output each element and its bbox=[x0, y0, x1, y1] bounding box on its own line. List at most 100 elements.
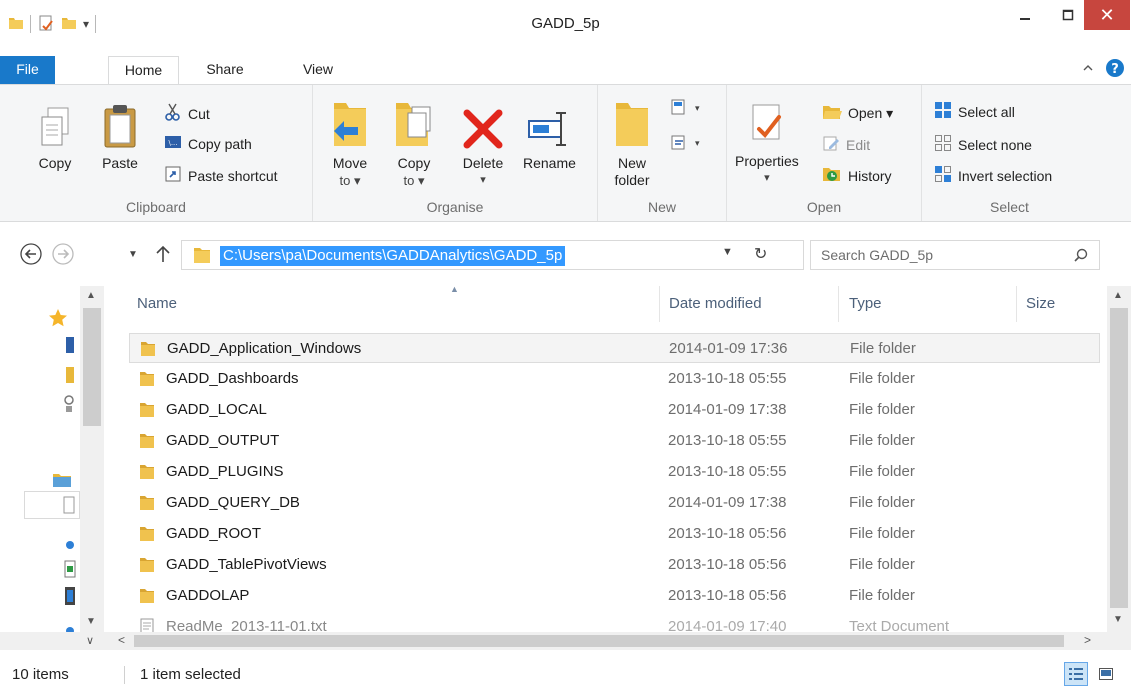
new-item-icon bbox=[669, 97, 689, 120]
horizontal-scrollbar[interactable]: ∨ < > bbox=[0, 632, 1131, 650]
recent-places-icon[interactable] bbox=[62, 394, 76, 417]
copy-button[interactable]: Copy bbox=[38, 105, 72, 172]
tab-home[interactable]: Home bbox=[108, 56, 179, 85]
table-row[interactable]: ReadMe_2013-11-01.txt 2014-01-09 17:40 T… bbox=[129, 612, 1100, 632]
details-view-button[interactable] bbox=[1064, 662, 1088, 686]
horizontal-scroll-thumb[interactable] bbox=[134, 635, 1064, 647]
column-divider[interactable] bbox=[838, 286, 839, 322]
copy-icon bbox=[41, 107, 69, 146]
paste-button[interactable]: Paste bbox=[101, 103, 139, 172]
minimize-button[interactable] bbox=[1002, 0, 1048, 30]
favorites-star-icon[interactable] bbox=[48, 308, 68, 331]
search-icon[interactable] bbox=[1073, 247, 1089, 266]
delete-button[interactable]: Delete ▾ bbox=[461, 107, 505, 189]
selected-library-item[interactable] bbox=[24, 491, 80, 519]
scroll-down-icon[interactable]: ▼ bbox=[86, 616, 96, 627]
recent-locations-button[interactable]: ▼ bbox=[120, 241, 146, 267]
select-group: Select all Select none Invert selection … bbox=[922, 85, 1097, 221]
forward-button[interactable] bbox=[50, 241, 76, 267]
paste-icon bbox=[104, 105, 136, 148]
search-input[interactable]: Search GADD_5p bbox=[821, 247, 933, 263]
table-row[interactable]: GADD_PLUGINS 2013-10-18 05:55 File folde… bbox=[129, 457, 1100, 487]
column-header-size[interactable]: Size bbox=[1026, 286, 1055, 322]
copy-to-icon bbox=[396, 103, 431, 146]
address-bar[interactable]: C:\Users\pa\Documents\GADDAnalytics\GADD… bbox=[181, 240, 804, 270]
table-row[interactable]: GADD_OUTPUT 2013-10-18 05:55 File folder bbox=[129, 426, 1100, 456]
search-box[interactable]: Search GADD_5p bbox=[810, 240, 1100, 270]
new-folder-icon bbox=[616, 103, 648, 146]
organise-group: Move to ▾ Copy to ▾ Delete ▾ Rename Orga… bbox=[313, 85, 598, 221]
large-icons-view-button[interactable] bbox=[1094, 662, 1118, 686]
scissors-icon bbox=[164, 103, 182, 124]
new-folder-button[interactable]: New folder bbox=[612, 99, 652, 189]
navigation-pane-scroll-thumb[interactable] bbox=[83, 308, 101, 426]
selection-count: 1 item selected bbox=[140, 666, 241, 683]
cut-button[interactable]: Cut bbox=[164, 103, 210, 124]
file-list-scroll-thumb[interactable] bbox=[1110, 308, 1128, 608]
tab-file[interactable]: File bbox=[0, 56, 55, 84]
select-all-button[interactable]: Select all bbox=[934, 101, 1015, 122]
select-group-label: Select bbox=[990, 199, 1029, 215]
scroll-down-icon[interactable]: ▼ bbox=[1113, 614, 1123, 625]
column-divider[interactable] bbox=[659, 286, 660, 322]
table-row[interactable]: GADD_TablePivotViews 2013-10-18 05:56 Fi… bbox=[129, 550, 1100, 580]
libraries-icon[interactable] bbox=[52, 471, 72, 492]
desktop-icon[interactable] bbox=[64, 336, 76, 357]
rename-button[interactable]: Rename bbox=[523, 107, 576, 172]
edit-icon bbox=[822, 134, 840, 155]
column-header-name[interactable]: Name bbox=[137, 286, 177, 322]
maximize-button[interactable] bbox=[1048, 0, 1088, 30]
large-icons-view-icon bbox=[1099, 668, 1113, 680]
scroll-left-icon[interactable]: < bbox=[118, 633, 125, 647]
close-button[interactable]: ✕ bbox=[1084, 0, 1130, 30]
new-group: New folder ▾ ▾ New bbox=[598, 85, 727, 221]
copy-path-button[interactable]: \... Copy path bbox=[164, 134, 252, 153]
folder-icon bbox=[138, 556, 156, 578]
edit-button[interactable]: Edit bbox=[822, 134, 870, 155]
column-header-date[interactable]: Date modified bbox=[669, 286, 762, 322]
table-row[interactable]: GADD_LOCAL 2014-01-09 17:38 File folder bbox=[129, 395, 1100, 425]
table-row[interactable]: GADD_ROOT 2013-10-18 05:56 File folder bbox=[129, 519, 1100, 549]
clipboard-group: Copy Paste Cut \... Copy path Paste shor… bbox=[0, 85, 313, 221]
help-icon[interactable]: ? bbox=[1105, 58, 1125, 81]
table-row[interactable]: GADD_Application_Windows 2014-01-09 17:3… bbox=[129, 333, 1100, 363]
refresh-icon[interactable]: ↻ bbox=[754, 244, 767, 264]
easy-access-button[interactable]: ▾ bbox=[669, 132, 700, 155]
downloads-icon[interactable] bbox=[64, 366, 76, 387]
scroll-up-icon[interactable]: ▲ bbox=[86, 290, 96, 301]
tab-view[interactable]: View bbox=[291, 56, 345, 84]
folder-icon bbox=[138, 587, 156, 609]
music-icon[interactable] bbox=[64, 538, 76, 554]
clipboard-group-label: Clipboard bbox=[126, 199, 186, 215]
open-button[interactable]: Open ▾ bbox=[822, 103, 893, 124]
new-item-button[interactable]: ▾ bbox=[669, 97, 700, 120]
copy-path-icon: \... bbox=[164, 134, 182, 153]
column-header-type[interactable]: Type bbox=[849, 286, 882, 322]
column-divider[interactable] bbox=[1016, 286, 1017, 322]
videos-icon[interactable] bbox=[64, 586, 76, 609]
forward-arrow-icon bbox=[52, 243, 74, 265]
chevron-down-icon[interactable]: ∨ bbox=[86, 634, 94, 647]
table-row[interactable]: GADD_Dashboards 2013-10-18 05:55 File fo… bbox=[129, 364, 1100, 394]
scroll-up-icon[interactable]: ▲ bbox=[1113, 290, 1123, 301]
address-path[interactable]: C:\Users\pa\Documents\GADDAnalytics\GADD… bbox=[220, 246, 566, 266]
paste-shortcut-button[interactable]: Paste shortcut bbox=[164, 165, 278, 186]
invert-selection-button[interactable]: Invert selection bbox=[934, 165, 1052, 186]
back-button[interactable] bbox=[18, 241, 44, 267]
copy-to-button[interactable]: Copy to ▾ bbox=[392, 99, 436, 189]
history-button[interactable]: History bbox=[822, 165, 892, 186]
move-to-button[interactable]: Move to ▾ bbox=[328, 99, 372, 189]
collapse-ribbon-icon[interactable] bbox=[1081, 61, 1095, 78]
scroll-right-icon[interactable]: > bbox=[1084, 633, 1091, 647]
tab-share[interactable]: Share bbox=[196, 56, 254, 84]
status-divider bbox=[124, 666, 125, 684]
up-button[interactable] bbox=[150, 241, 176, 267]
properties-button[interactable]: Properties ▾ bbox=[735, 101, 799, 187]
table-row[interactable]: GADD_QUERY_DB 2014-01-09 17:38 File fold… bbox=[129, 488, 1100, 518]
pictures-icon[interactable] bbox=[64, 560, 76, 581]
table-row[interactable]: GADDOLAP 2013-10-18 05:56 File folder bbox=[129, 581, 1100, 611]
select-none-button[interactable]: Select none bbox=[934, 134, 1032, 155]
title-bar: ▾ GADD_5p ✕ bbox=[0, 0, 1131, 50]
select-none-icon bbox=[934, 134, 952, 155]
address-dropdown-icon[interactable]: ▼ bbox=[722, 246, 733, 258]
